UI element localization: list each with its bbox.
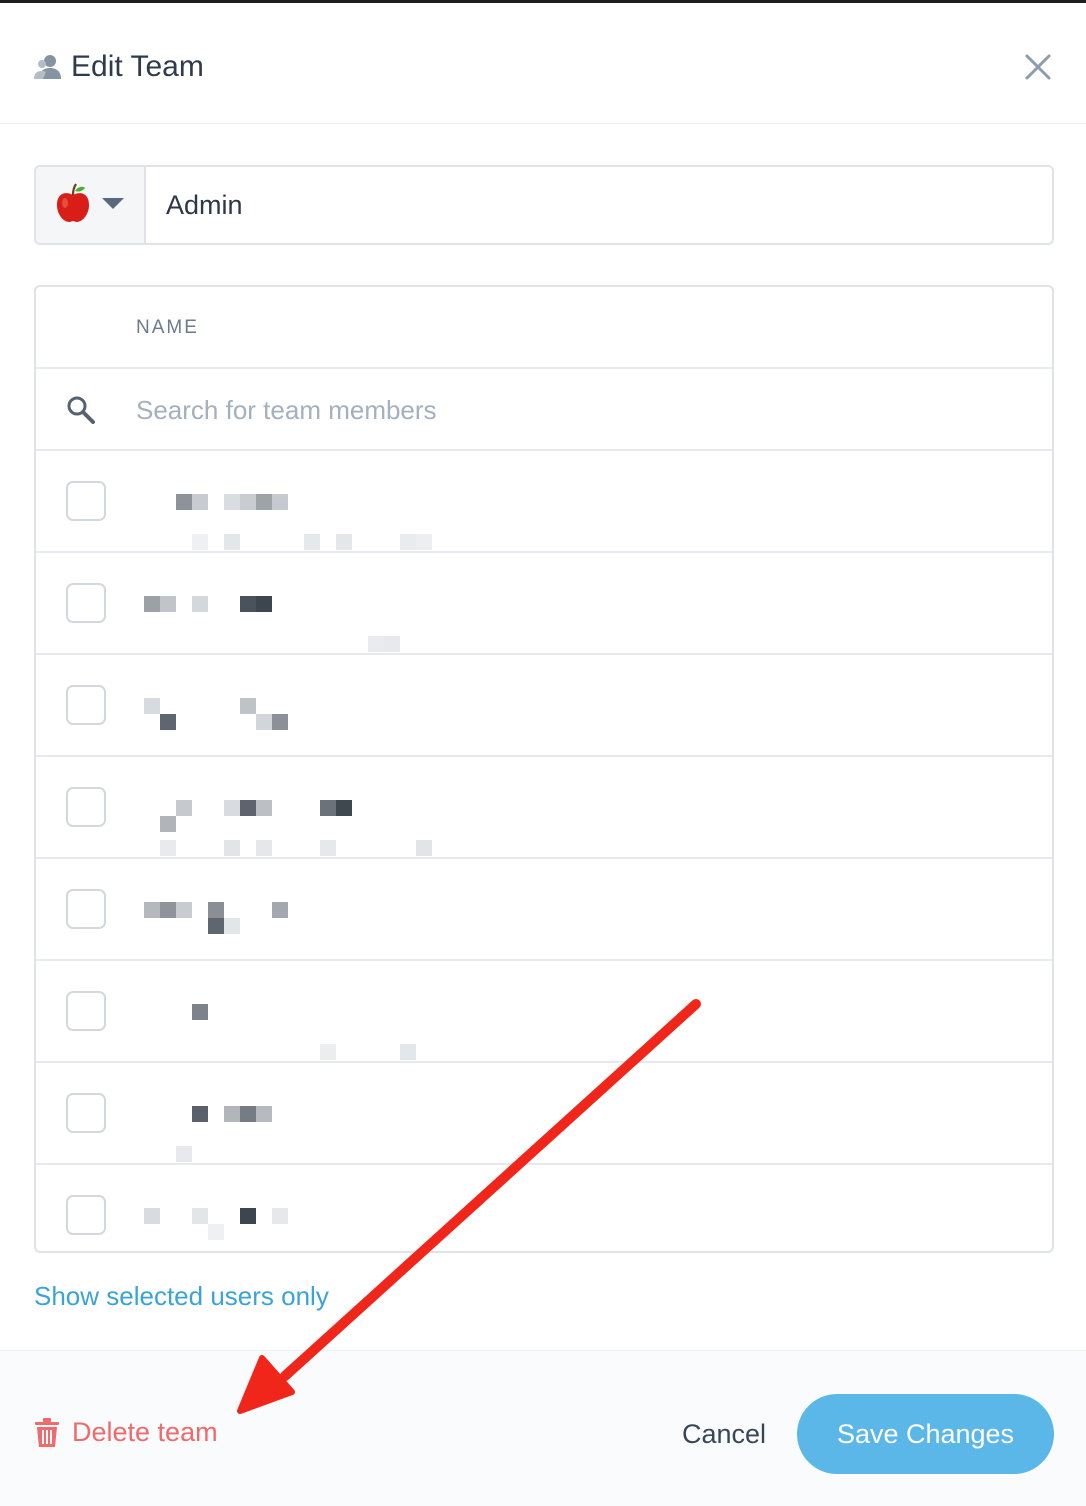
trash-icon	[35, 1417, 59, 1447]
modal-title: Edit Team	[71, 50, 204, 83]
emoji-picker-button[interactable]	[36, 167, 146, 243]
member-name-redacted	[136, 663, 436, 749]
show-selected-users-link[interactable]: Show selected users only	[34, 1281, 329, 1312]
member-name-redacted	[136, 561, 436, 652]
member-list	[36, 451, 1052, 1251]
member-checkbox[interactable]	[66, 685, 106, 725]
member-checkbox[interactable]	[66, 583, 106, 623]
team-user-icon	[34, 55, 61, 79]
cancel-button[interactable]: Cancel	[682, 1419, 766, 1450]
modal-header: Edit Team	[0, 3, 1086, 124]
member-name-redacted	[136, 867, 436, 953]
member-checkbox[interactable]	[66, 991, 106, 1031]
member-name-redacted	[136, 969, 436, 1060]
member-name-redacted	[136, 765, 436, 856]
table-row[interactable]	[36, 859, 1052, 961]
table-row[interactable]	[36, 1063, 1052, 1165]
member-name-redacted	[136, 1071, 436, 1162]
table-row[interactable]	[36, 961, 1052, 1063]
table-row[interactable]	[36, 1165, 1052, 1251]
table-row[interactable]	[36, 655, 1052, 757]
team-name-input[interactable]	[146, 167, 1052, 243]
member-checkbox[interactable]	[66, 481, 106, 521]
save-changes-button[interactable]: Save Changes	[797, 1394, 1054, 1474]
column-header-name: NAME	[136, 317, 199, 338]
modal-footer: Delete team Cancel Save Changes	[0, 1350, 1086, 1506]
delete-team-button[interactable]: Delete team	[34, 1417, 218, 1448]
member-checkbox[interactable]	[66, 787, 106, 827]
search-icon	[67, 396, 95, 424]
close-icon[interactable]	[1022, 51, 1054, 83]
member-checkbox[interactable]	[66, 1093, 106, 1133]
member-name-redacted	[136, 459, 436, 550]
member-checkbox[interactable]	[66, 889, 106, 929]
member-checkbox[interactable]	[66, 1195, 106, 1235]
table-row[interactable]	[36, 553, 1052, 655]
chevron-down-icon	[102, 198, 124, 209]
member-name-redacted	[136, 1173, 436, 1251]
table-row[interactable]	[36, 757, 1052, 859]
members-table: NAME	[34, 285, 1054, 1253]
table-row[interactable]	[36, 451, 1052, 553]
team-name-row	[34, 165, 1054, 245]
member-search-row	[36, 369, 1052, 451]
apple-icon	[57, 183, 89, 222]
delete-team-label: Delete team	[72, 1417, 218, 1447]
column-header: NAME	[36, 287, 1052, 369]
search-input[interactable]	[136, 387, 1016, 433]
